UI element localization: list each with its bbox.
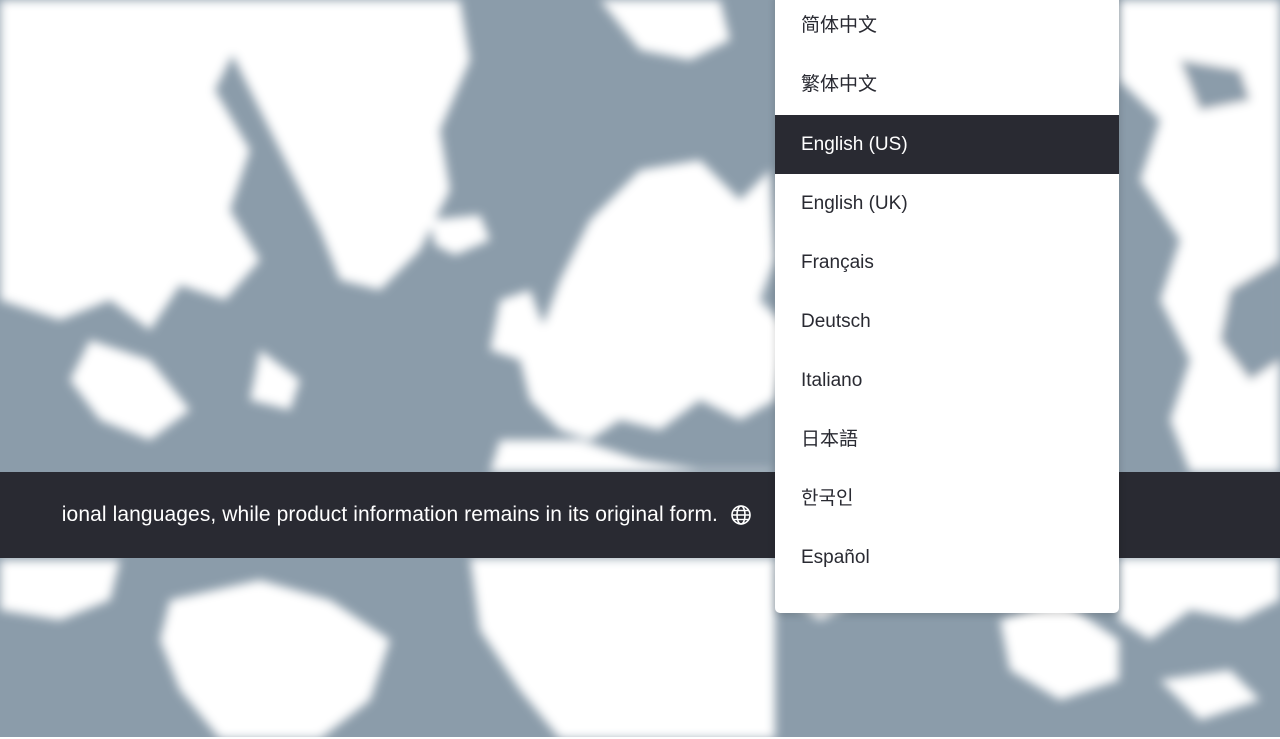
language-option-ja[interactable]: 日本語 (775, 410, 1119, 469)
language-option-fr[interactable]: Français (775, 233, 1119, 292)
language-option-en-uk[interactable]: English (UK) (775, 174, 1119, 233)
language-option-it[interactable]: Italiano (775, 351, 1119, 410)
language-option-zh-hans[interactable]: 简体中文 (775, 0, 1119, 55)
language-dropdown-menu: 简体中文 繁体中文 English (US) English (UK) Fran… (775, 0, 1119, 613)
language-option-es[interactable]: Español (775, 528, 1119, 587)
language-option-de[interactable]: Deutsch (775, 292, 1119, 351)
globe-icon[interactable] (730, 504, 752, 526)
language-option-en-us[interactable]: English (US) (775, 115, 1119, 174)
language-option-zh-hant[interactable]: 繁体中文 (775, 55, 1119, 114)
translation-notice-text: ional languages, while product informati… (61, 503, 718, 526)
page: ional languages, while product informati… (0, 0, 1280, 739)
language-option-ko[interactable]: 한국인 (775, 469, 1119, 528)
